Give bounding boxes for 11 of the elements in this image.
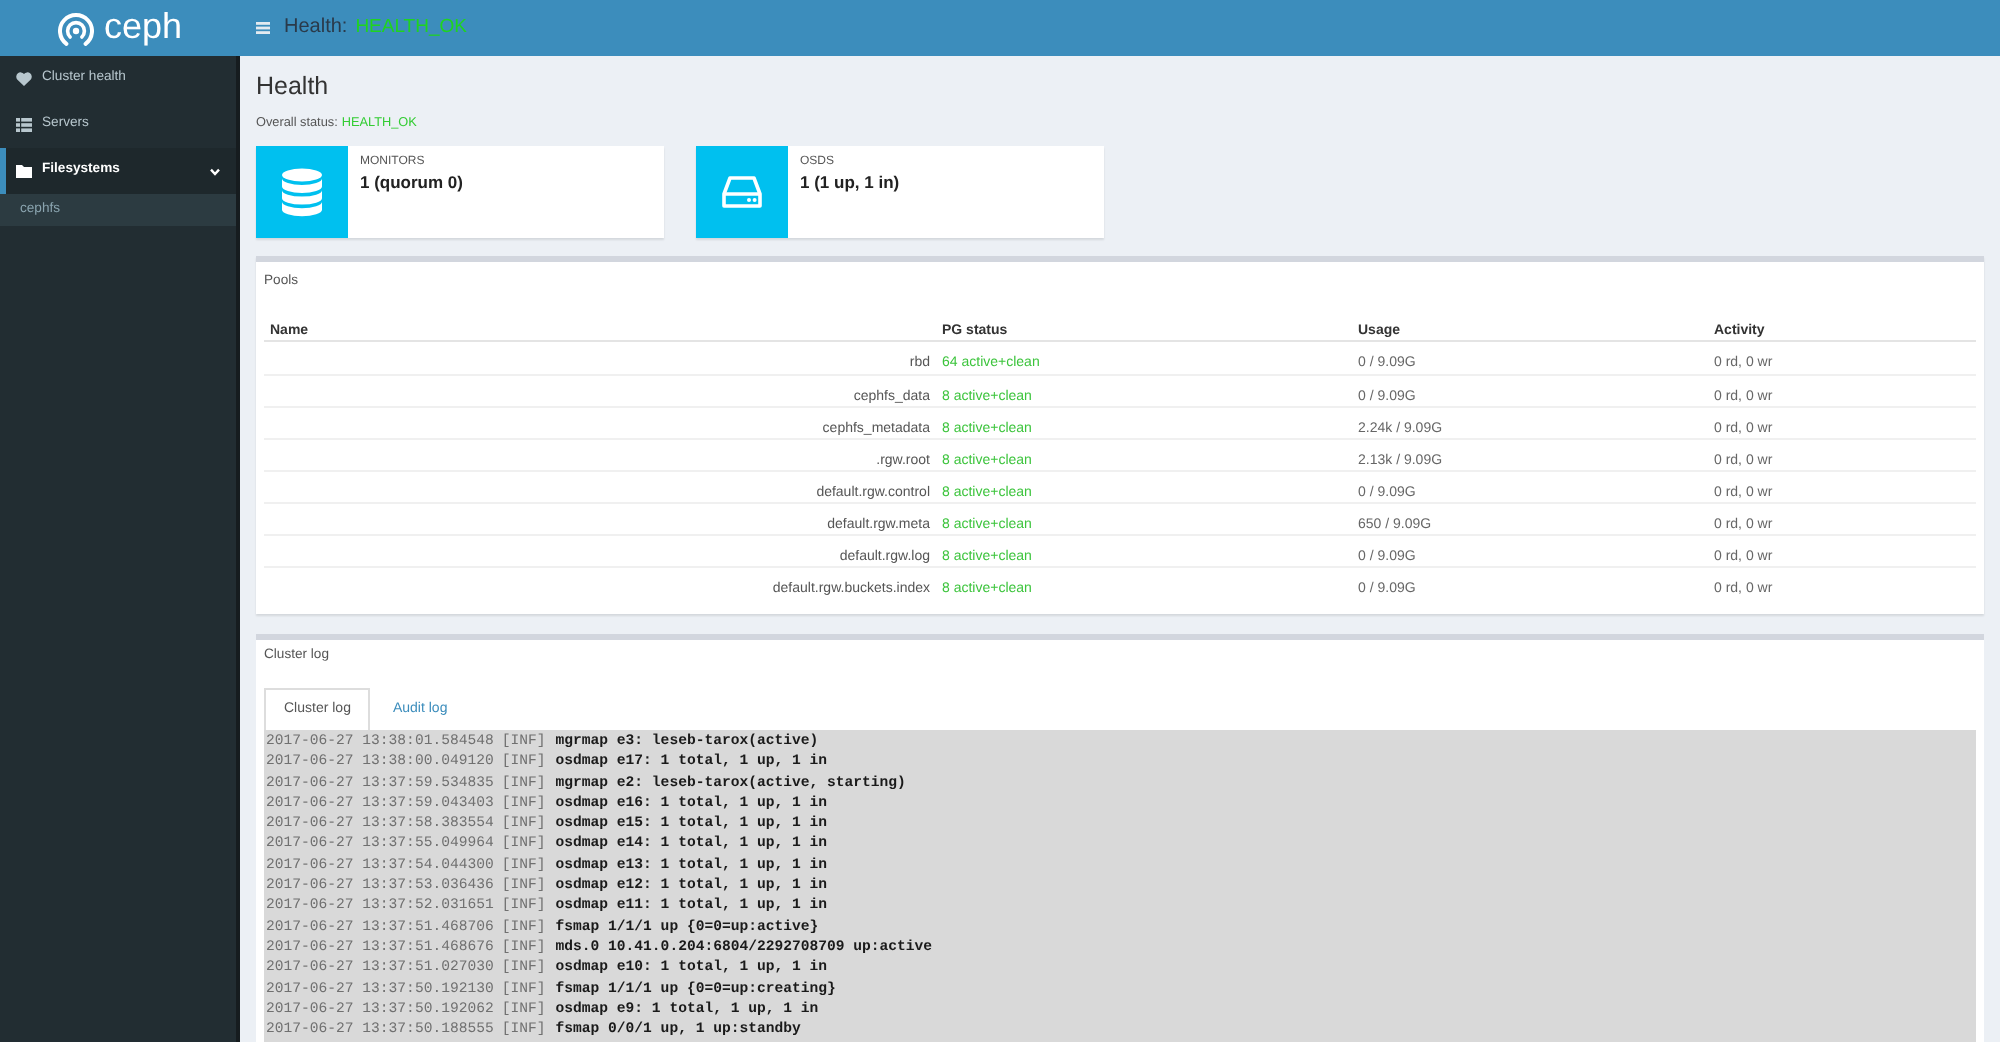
folder-icon (16, 164, 32, 178)
logo-icon (57, 11, 94, 45)
list-icon (16, 118, 32, 132)
info-box-value: 1 (1 up, 1 in) (800, 172, 900, 194)
header-title: Health: (284, 16, 348, 40)
heart-icon (16, 72, 32, 86)
info-box-value: 1 (quorum 0) (360, 172, 463, 194)
logo-link[interactable]: ceph (0, 0, 240, 56)
page-title: Health (256, 70, 329, 104)
menu-icon[interactable] (256, 22, 270, 34)
health-status: HEALTH_OK (355, 16, 467, 40)
